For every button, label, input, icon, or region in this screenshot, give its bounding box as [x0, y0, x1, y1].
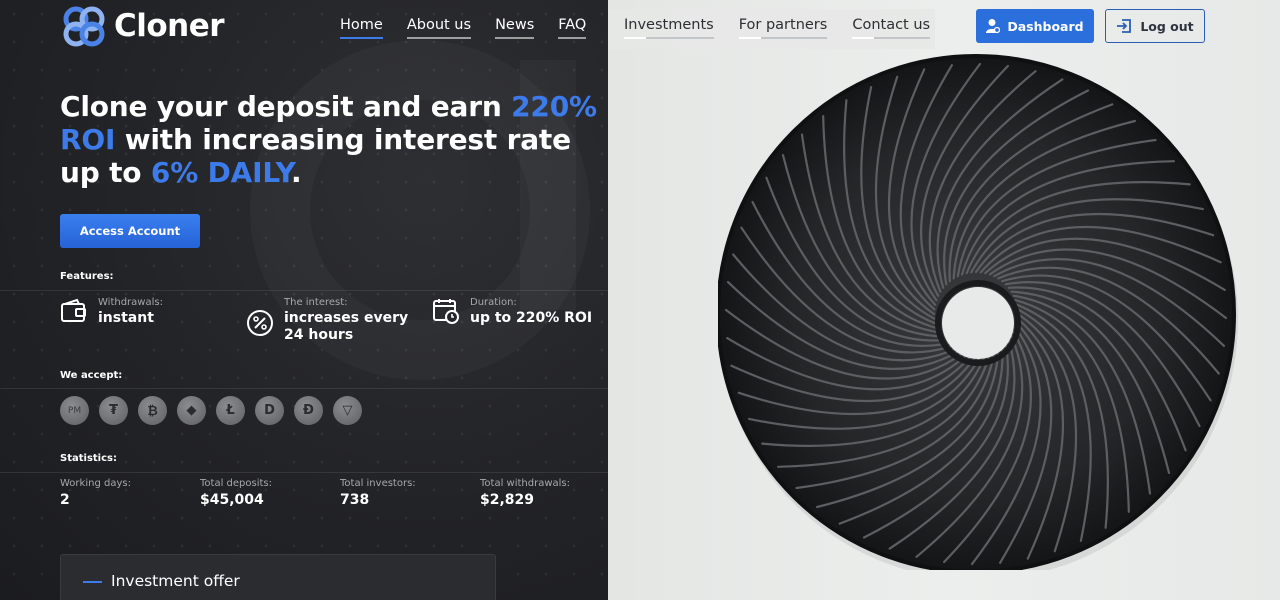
chain-link-logo-icon: [63, 6, 105, 47]
cloner-logo[interactable]: Cloner: [60, 4, 225, 48]
dogecoin-icon: Đ: [294, 396, 323, 425]
calendar-clock-icon: [433, 299, 459, 324]
features-divider: [0, 290, 608, 291]
stat-working-days: Working days: 2: [60, 478, 200, 508]
feature-duration: Duration: up to 220% ROI: [432, 297, 592, 327]
stat-value: 2: [60, 492, 70, 508]
stat-total-deposits: Total deposits: $45,004: [200, 478, 340, 508]
stat-value: $2,829: [480, 492, 535, 508]
investment-offer-title: Investment offer: [111, 572, 240, 590]
hero-text-2: with increasing interest rate up to: [60, 123, 571, 189]
payment-methods: PM ₮ ₿ ◆ Ł D Đ ▽: [60, 396, 362, 425]
dashboard-button[interactable]: Dashboard: [976, 9, 1094, 43]
nav-news[interactable]: News: [495, 17, 535, 39]
ethereum-icon: ◆: [177, 396, 206, 425]
accept-divider: [0, 388, 608, 389]
perfect-money-icon: PM: [60, 396, 89, 425]
accept-title: We accept:: [60, 370, 123, 381]
stat-total-investors: Total investors: 738: [340, 478, 480, 508]
main-nav: Home About us News FAQ: [340, 17, 587, 39]
nav-about-us[interactable]: About us: [406, 17, 472, 39]
hero-text-3: .: [291, 156, 302, 189]
stat-label: Working days:: [60, 478, 131, 489]
turbine-sculpture-image: [718, 54, 1238, 570]
hero-text-1: Clone your deposit and earn: [60, 90, 512, 123]
statistics-row: Working days: 2 Total deposits: $45,004 …: [60, 478, 620, 508]
feature-label: The interest:: [284, 297, 348, 308]
bitcoin-icon: ₿: [138, 396, 167, 425]
stat-total-withdrawals: Total withdrawals: $2,829: [480, 478, 620, 508]
accent-dash: [83, 581, 102, 583]
statistics-divider: [0, 472, 608, 473]
features-title: Features:: [60, 271, 114, 282]
hero-image-panel: [608, 0, 1280, 600]
dashboard-label: Dashboard: [1007, 18, 1084, 34]
tron-icon: ▽: [333, 396, 362, 425]
feature-value: increases every 24 hours: [284, 310, 409, 343]
feature-value: instant: [98, 310, 154, 326]
nav-faq[interactable]: FAQ: [558, 17, 587, 39]
logout-icon: [1117, 19, 1132, 33]
stat-value: 738: [340, 492, 370, 508]
feature-withdrawals: Withdrawals: instant: [60, 297, 163, 327]
stat-label: Total investors:: [340, 478, 416, 489]
wallet-icon: [61, 298, 86, 322]
feature-value: up to 220% ROI: [470, 310, 593, 326]
stat-value: $45,004: [200, 492, 264, 508]
percent-badge-icon: [247, 310, 273, 336]
access-account-button[interactable]: Access Account: [60, 214, 200, 248]
dash-icon: D: [255, 396, 284, 425]
nav-home[interactable]: Home: [340, 17, 383, 39]
secondary-nav: Investments For partners Contact us: [624, 17, 931, 39]
nav-contact-us[interactable]: Contact us: [852, 17, 931, 39]
tether-icon: ₮: [99, 396, 128, 425]
feature-label: Withdrawals:: [98, 297, 163, 308]
hero-headline: Clone your deposit and earn 220% ROI wit…: [60, 90, 600, 189]
user-gear-icon: [986, 19, 1001, 34]
investment-offer-card[interactable]: Investment offer: [60, 554, 496, 600]
stat-label: Total withdrawals:: [480, 478, 570, 489]
logout-button[interactable]: Log out: [1105, 9, 1205, 43]
hero-highlight-daily: 6% DAILY: [150, 156, 292, 189]
nav-investments[interactable]: Investments: [624, 17, 714, 39]
feature-interest: The interest: increases every 24 hours: [246, 297, 416, 344]
logo-text: Cloner: [114, 8, 225, 44]
logout-label: Log out: [1140, 18, 1194, 34]
stat-label: Total deposits:: [200, 478, 272, 489]
litecoin-icon: Ł: [216, 396, 245, 425]
feature-label: Duration:: [470, 297, 517, 308]
statistics-title: Statistics:: [60, 453, 117, 464]
nav-for-partners[interactable]: For partners: [738, 17, 828, 39]
